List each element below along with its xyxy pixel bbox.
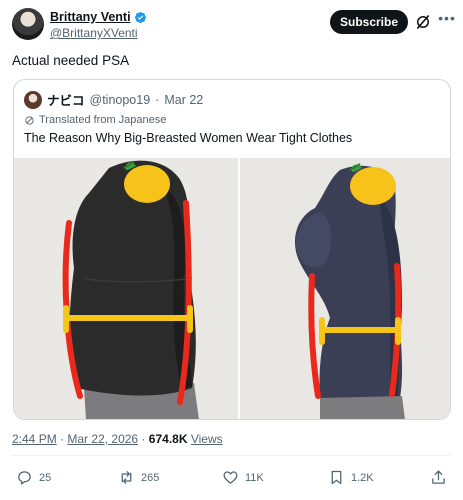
like-button[interactable]: 11K [222,469,264,486]
grok-icon[interactable] [414,13,432,31]
repost-icon [121,471,132,484]
tweet-text: Actual needed PSA [12,53,130,68]
repost-count: 265 [141,471,160,484]
tweet-meta: 2:44 PM · Mar 22, 2026 · 674.8K Views [12,432,223,446]
share-button[interactable] [430,469,447,486]
author-name-row: Brittany Venti [50,10,147,24]
tweet-date[interactable]: Mar 22, 2026 [67,432,138,446]
verified-badge-icon [134,11,146,23]
repost-button[interactable]: 265 [118,469,159,486]
reply-icon [18,471,31,485]
share-icon [432,470,445,484]
reply-count: 25 [39,471,52,484]
reply-button[interactable]: 25 [16,469,51,486]
tweet-time[interactable]: 2:44 PM [12,432,57,446]
quoted-author-avatar [24,90,42,109]
meta-separator-2: · [141,432,146,446]
quoted-tweet-text: The Reason Why Big-Breasted Women Wear T… [24,131,353,145]
quoted-media[interactable] [14,158,450,419]
bookmark-count: 1.2K [351,471,374,484]
translation-label: Translated from Japanese [39,114,167,126]
bookmark-button[interactable]: 1.2K [328,469,374,486]
action-bar: 25 265 11K 1.2K [12,469,452,489]
quoted-date: Mar 22 [164,92,204,107]
like-count: 11K [245,471,264,484]
more-icon[interactable]: ••• [438,11,456,29]
tweet-header: Brittany Venti @BrittanyXVenti Subscribe… [12,8,455,42]
views-label[interactable]: Views [191,432,223,446]
quoted-tweet-header: ナビコ @tinopo19 · Mar 22 [24,90,203,109]
bookmark-icon [331,470,342,485]
author-handle[interactable]: @BrittanyXVenti [50,26,147,40]
quoted-author-handle: @tinopo19 [89,92,151,107]
author-info: Brittany Venti @BrittanyXVenti [50,10,147,40]
meta-separator: · [60,432,65,446]
quoted-separator: · [155,92,160,107]
photo-loose-shirt[interactable] [14,158,238,419]
quoted-author-name: ナビコ [47,94,85,108]
author-name[interactable]: Brittany Venti [50,10,131,24]
quoted-tweet[interactable]: ナビコ @tinopo19 · Mar 22 Translated from J… [13,79,451,420]
like-icon [223,471,238,484]
divider [12,455,451,456]
translation-notice: Translated from Japanese [24,114,166,126]
subscribe-button[interactable]: Subscribe [330,10,408,34]
photo-tight-shirt[interactable] [240,158,450,419]
author-avatar[interactable] [12,8,44,40]
views-count: 674.8K [148,432,188,446]
translate-icon [25,115,34,125]
